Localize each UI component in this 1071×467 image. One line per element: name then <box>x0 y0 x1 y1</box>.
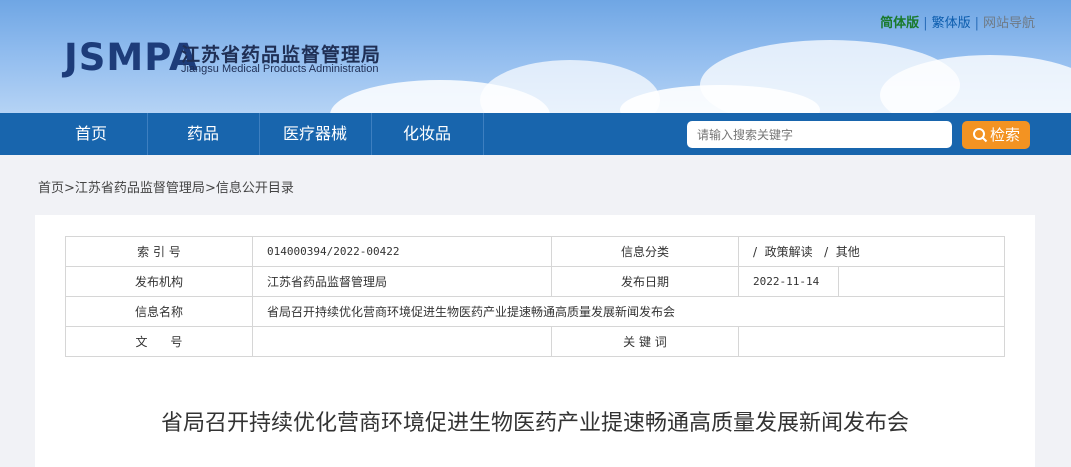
docno-label: 文 号 <box>65 326 253 357</box>
name-label: 信息名称 <box>65 296 253 327</box>
category-label: 信息分类 <box>551 236 739 267</box>
top-links: 简体版 | 繁体版 | 网站导航 <box>880 12 1035 31</box>
table-row: 发布机构 江苏省药品监督管理局 发布日期 2022-11-14 <box>65 266 1005 297</box>
nav-item-drugs[interactable]: 药品 <box>147 113 260 155</box>
empty-cell <box>838 266 1005 297</box>
content-panel: 索 引 号 014000394/2022-00422 信息分类 / 政策解读 /… <box>35 215 1035 467</box>
traditional-link[interactable]: 繁体版 <box>932 12 971 31</box>
breadcrumb: 首页>江苏省药品监督管理局>信息公开目录 <box>38 177 294 196</box>
site-name-en: Jiangsu Medical Products Administration <box>181 63 379 75</box>
breadcrumb-separator: > <box>204 181 216 196</box>
search-button-label: 检索 <box>989 126 1020 144</box>
breadcrumb-level2[interactable]: 信息公开目录 <box>216 181 294 196</box>
table-row: 文 号 关 键 词 <box>65 326 1005 357</box>
site-header: JSMPA 江苏省药品监督管理局 Jiangsu Medical Product… <box>0 0 1071 113</box>
breadcrumb-separator: > <box>64 181 75 196</box>
category-value: / 政策解读 / 其他 <box>738 236 1005 267</box>
link-separator: | <box>923 16 928 31</box>
link-separator: | <box>974 16 979 31</box>
date-value: 2022-11-14 <box>737 266 840 297</box>
breadcrumb-level1[interactable]: 江苏省药品监督管理局 <box>75 181 205 196</box>
search-input[interactable] <box>687 121 952 148</box>
table-row: 信息名称 省局召开持续优化营商环境促进生物医药产业提速畅通高质量发展新闻发布会 <box>65 296 1005 327</box>
index-value: 014000394/2022-00422 <box>252 236 552 267</box>
docno-value <box>252 326 552 357</box>
keywords-label: 关 键 词 <box>551 326 739 357</box>
publisher-value: 江苏省药品监督管理局 <box>252 266 552 297</box>
name-value: 省局召开持续优化营商环境促进生物医药产业提速畅通高质量发展新闻发布会 <box>252 296 1005 327</box>
date-label: 发布日期 <box>551 266 739 297</box>
index-label: 索 引 号 <box>65 236 253 267</box>
simplified-link[interactable]: 简体版 <box>880 12 919 31</box>
publisher-label: 发布机构 <box>65 266 253 297</box>
info-meta-table: 索 引 号 014000394/2022-00422 信息分类 / 政策解读 /… <box>65 236 1005 357</box>
nav-item-devices[interactable]: 医疗器械 <box>259 113 372 155</box>
table-row: 索 引 号 014000394/2022-00422 信息分类 / 政策解读 /… <box>65 236 1005 267</box>
article-title: 省局召开持续优化营商环境促进生物医药产业提速畅通高质量发展新闻发布会 <box>160 411 909 436</box>
nav-item-cosmetics[interactable]: 化妆品 <box>371 113 484 155</box>
breadcrumb-home[interactable]: 首页 <box>38 181 64 196</box>
keywords-value <box>738 326 1005 357</box>
site-logo[interactable]: JSMPA <box>64 36 199 79</box>
site-nav-link[interactable]: 网站导航 <box>983 12 1035 31</box>
nav-item-home[interactable]: 首页 <box>35 113 148 155</box>
search-button[interactable]: 检索 <box>962 121 1030 149</box>
search-icon <box>972 128 988 143</box>
